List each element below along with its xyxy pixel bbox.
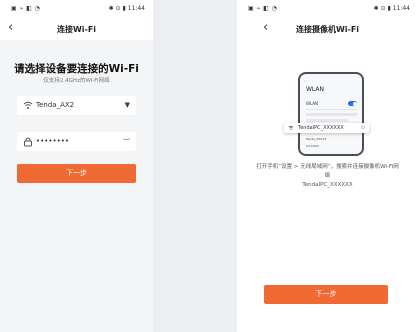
network-item-1: Tenda_XXXXX: [306, 137, 327, 141]
wifi-select[interactable]: Tenda_AX2 ▼: [17, 96, 136, 115]
lock-icon: [24, 137, 32, 147]
nav-bar: ‹ 连接摄像机Wi-Fi: [237, 18, 418, 40]
status-right: ✱ ⊙ ▮ 11:44: [108, 5, 145, 12]
connect-camera-wifi-screen: ▣ ⌁ ◧ ◔ ✱ ⊙ ▮ 11:44 ‹ 连接摄像机Wi-Fi ‹ WLAN …: [237, 0, 418, 332]
wifi-ssid-value: Tenda_AX2: [36, 101, 75, 109]
status-right: ✱ ⊙ ▮ 11:44: [373, 5, 410, 12]
dropdown-arrow-icon[interactable]: ▼: [125, 101, 130, 109]
wifi-icon: [23, 101, 33, 109]
network-item-2: 24.XXXX: [306, 144, 319, 148]
password-field[interactable]: •••••••• ︶: [17, 132, 136, 151]
connect-wifi-screen: ▣ ⌁ ◧ ◔ ✱ ⊙ ▮ 11:44 ‹ 连接Wi-Fi 请选择设备要连接的W…: [0, 0, 153, 332]
password-value: ••••••••: [36, 137, 70, 145]
wifi-icon: [288, 125, 294, 131]
eye-closed-icon[interactable]: ︶: [123, 137, 130, 147]
instruction-text: 打开手机“设置 > 无线局域网”，搜索并连接摄像机Wi-Fi网络 TendaIP…: [255, 163, 400, 190]
status-left: ▣ ⌁ ◧ ◔: [248, 5, 278, 12]
next-button[interactable]: 下一步: [264, 285, 388, 304]
wlan-toggle: [348, 101, 357, 106]
page-title: 连接Wi-Fi: [56, 25, 97, 34]
instruction-line-1: 打开手机“设置 > 无线局域网”，搜索并连接摄像机Wi-Fi网络: [256, 164, 399, 179]
status-bar: ▣ ⌁ ◧ ◔ ✱ ⊙ ▮ 11:44: [0, 0, 153, 18]
nav-bar: ‹ 连接Wi-Fi: [0, 18, 153, 40]
signal-lock-icon: ⊙: [360, 124, 365, 131]
next-button[interactable]: 下一步: [17, 164, 136, 183]
status-left: ▣ ⌁ ◧ ◔: [11, 5, 41, 12]
camera-ssid-callout: TendaIPC_XXXXXX ⊙: [284, 123, 369, 133]
wlan-label: WLAN: [306, 101, 319, 106]
instruction-ssid: TendaIPC_XXXXXX: [302, 182, 353, 188]
phone-illustration: ‹ WLAN WLAN Tenda_XXXXX 24.XXXX: [298, 72, 364, 156]
select-wifi-heading: 请选择设备要连接的Wi-Fi: [14, 63, 139, 75]
band-note: 仅支持2.4GHz的Wi-Fi网络: [43, 78, 110, 84]
page-title: 连接摄像机Wi-Fi: [295, 25, 360, 34]
status-bar: ▣ ⌁ ◧ ◔ ✱ ⊙ ▮ 11:44: [237, 0, 418, 18]
camera-ssid: TendaIPC_XXXXXX: [298, 125, 344, 131]
wlan-title: WLAN: [306, 86, 325, 93]
